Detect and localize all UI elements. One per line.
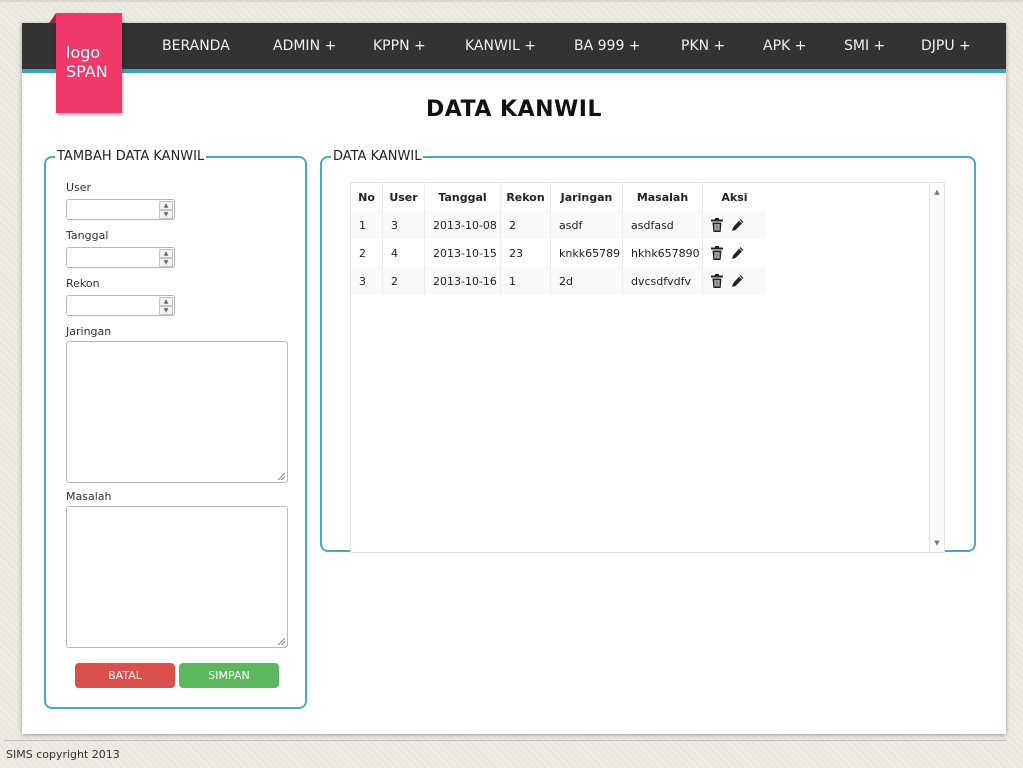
cell-no: 1 (351, 211, 383, 239)
masalah-textarea[interactable] (66, 506, 288, 648)
stepper-down-icon[interactable]: ▼ (159, 258, 173, 267)
cell-aksi (702, 267, 766, 295)
nav-item-admin[interactable]: ADMIN + (273, 23, 336, 69)
masalah-label: Masalah (66, 490, 112, 503)
resize-grip-icon[interactable] (278, 638, 285, 645)
vertical-scrollbar[interactable]: ▲ ▼ (929, 183, 944, 552)
rekon-label: Rekon (66, 277, 100, 290)
cell-aksi (702, 239, 766, 267)
user-stepper: ▲ ▼ (159, 201, 173, 219)
table-legend: DATA KANWIL (333, 149, 422, 164)
tanggal-label: Tanggal (66, 229, 109, 242)
nav-item-djpu[interactable]: DJPU + (921, 23, 971, 69)
table-row: 3 2 2013-10-16 1 2d dvcsdfvdfv (351, 267, 766, 295)
cell-jaringan: 2d (550, 267, 623, 295)
nav-item-apk[interactable]: APK + (763, 23, 806, 69)
col-header-tanggal: Tanggal (424, 183, 501, 211)
cell-tanggal: 2013-10-16 (424, 267, 501, 295)
pencil-icon[interactable] (731, 218, 744, 232)
add-kanwil-form: TAMBAH DATA KANWIL User ▲ ▼ Tanggal ▲ ▼ … (44, 150, 307, 709)
jaringan-label: Jaringan (66, 325, 112, 338)
nav-item-ba999[interactable]: BA 999 + (574, 23, 641, 69)
col-header-user: User (382, 183, 425, 211)
nav-item-beranda[interactable]: BERANDA (162, 23, 230, 69)
rekon-stepper: ▲ ▼ (159, 297, 173, 315)
trash-icon[interactable] (711, 218, 723, 232)
col-header-rekon: Rekon (500, 183, 551, 211)
col-header-aksi: Aksi (721, 190, 748, 204)
cell-tanggal: 2013-10-15 (424, 239, 501, 267)
logo-line-1: logo (66, 43, 101, 62)
cell-masalah: hkhk657890 (622, 239, 703, 267)
data-kanwil-panel: DATA KANWIL No User Tanggal Rekon Jaring… (320, 149, 976, 553)
stepper-up-icon[interactable]: ▲ (159, 297, 173, 306)
nav-item-kppn[interactable]: KPPN + (373, 23, 426, 69)
form-legend: TAMBAH DATA KANWIL (57, 149, 205, 164)
navbar: BERANDA ADMIN + KPPN + KANWIL + BA 999 +… (22, 23, 1006, 73)
stepper-up-icon[interactable]: ▲ (159, 201, 173, 210)
nav-item-smi[interactable]: SMI + (844, 23, 885, 69)
cell-masalah: dvcsdfvdfv (622, 267, 703, 295)
cell-jaringan: asdf (550, 211, 623, 239)
page-container: BERANDA ADMIN + KPPN + KANWIL + BA 999 +… (22, 13, 1006, 734)
nav-item-kanwil[interactable]: KANWIL + (465, 23, 536, 69)
simpan-button[interactable]: SIMPAN (179, 663, 279, 688)
stepper-up-icon[interactable]: ▲ (159, 249, 173, 258)
cell-rekon: 2 (500, 211, 551, 239)
stepper-down-icon[interactable]: ▼ (159, 210, 173, 219)
user-input[interactable]: ▲ ▼ (66, 199, 175, 220)
footer-divider (4, 740, 1006, 741)
scroll-up-icon[interactable]: ▲ (930, 185, 944, 199)
page-title: DATA KANWIL (425, 97, 603, 122)
trash-icon[interactable] (711, 246, 723, 260)
rekon-input[interactable]: ▲ ▼ (66, 295, 175, 316)
table-header-row: No User Tanggal Rekon Jaringan Masalah A… (351, 183, 766, 211)
table-row: 1 3 2013-10-08 2 asdf asdfasd (351, 211, 766, 239)
tanggal-input[interactable]: ▲ ▼ (66, 247, 175, 268)
cell-tanggal: 2013-10-08 (424, 211, 501, 239)
cell-rekon: 1 (500, 267, 551, 295)
cell-user: 3 (382, 211, 425, 239)
tanggal-stepper: ▲ ▼ (159, 249, 173, 267)
jaringan-textarea[interactable] (66, 341, 288, 483)
logo[interactable]: logo SPAN (49, 13, 122, 113)
user-label: User (66, 181, 92, 194)
table-row: 2 4 2013-10-15 23 knkk65789 hkhk657890 (351, 239, 766, 267)
nav-item-pkn[interactable]: PKN + (681, 23, 725, 69)
batal-button[interactable]: BATAL (75, 663, 175, 688)
top-border (0, 0, 1023, 2)
pencil-icon[interactable] (731, 274, 744, 288)
pencil-icon[interactable] (731, 246, 744, 260)
table-scroll-area[interactable]: No User Tanggal Rekon Jaringan Masalah A… (350, 182, 945, 553)
stepper-down-icon[interactable]: ▼ (159, 306, 173, 315)
resize-grip-icon[interactable] (278, 473, 285, 480)
col-header-masalah: Masalah (622, 183, 703, 211)
cell-no: 3 (351, 267, 383, 295)
cell-user: 2 (382, 267, 425, 295)
trash-icon[interactable] (711, 274, 723, 288)
cell-rekon: 23 (500, 239, 551, 267)
footer-copyright: SIMS copyright 2013 (6, 748, 120, 761)
cell-user: 4 (382, 239, 425, 267)
col-header-no: No (351, 183, 383, 211)
cell-jaringan: knkk65789 (550, 239, 623, 267)
col-header-jaringan: Jaringan (550, 183, 623, 211)
logo-line-2: SPAN (66, 62, 108, 81)
data-table: No User Tanggal Rekon Jaringan Masalah A… (351, 183, 766, 295)
cell-no: 2 (351, 239, 383, 267)
cell-aksi (702, 211, 766, 239)
scroll-down-icon[interactable]: ▼ (930, 536, 944, 550)
cell-masalah: asdfasd (622, 211, 703, 239)
